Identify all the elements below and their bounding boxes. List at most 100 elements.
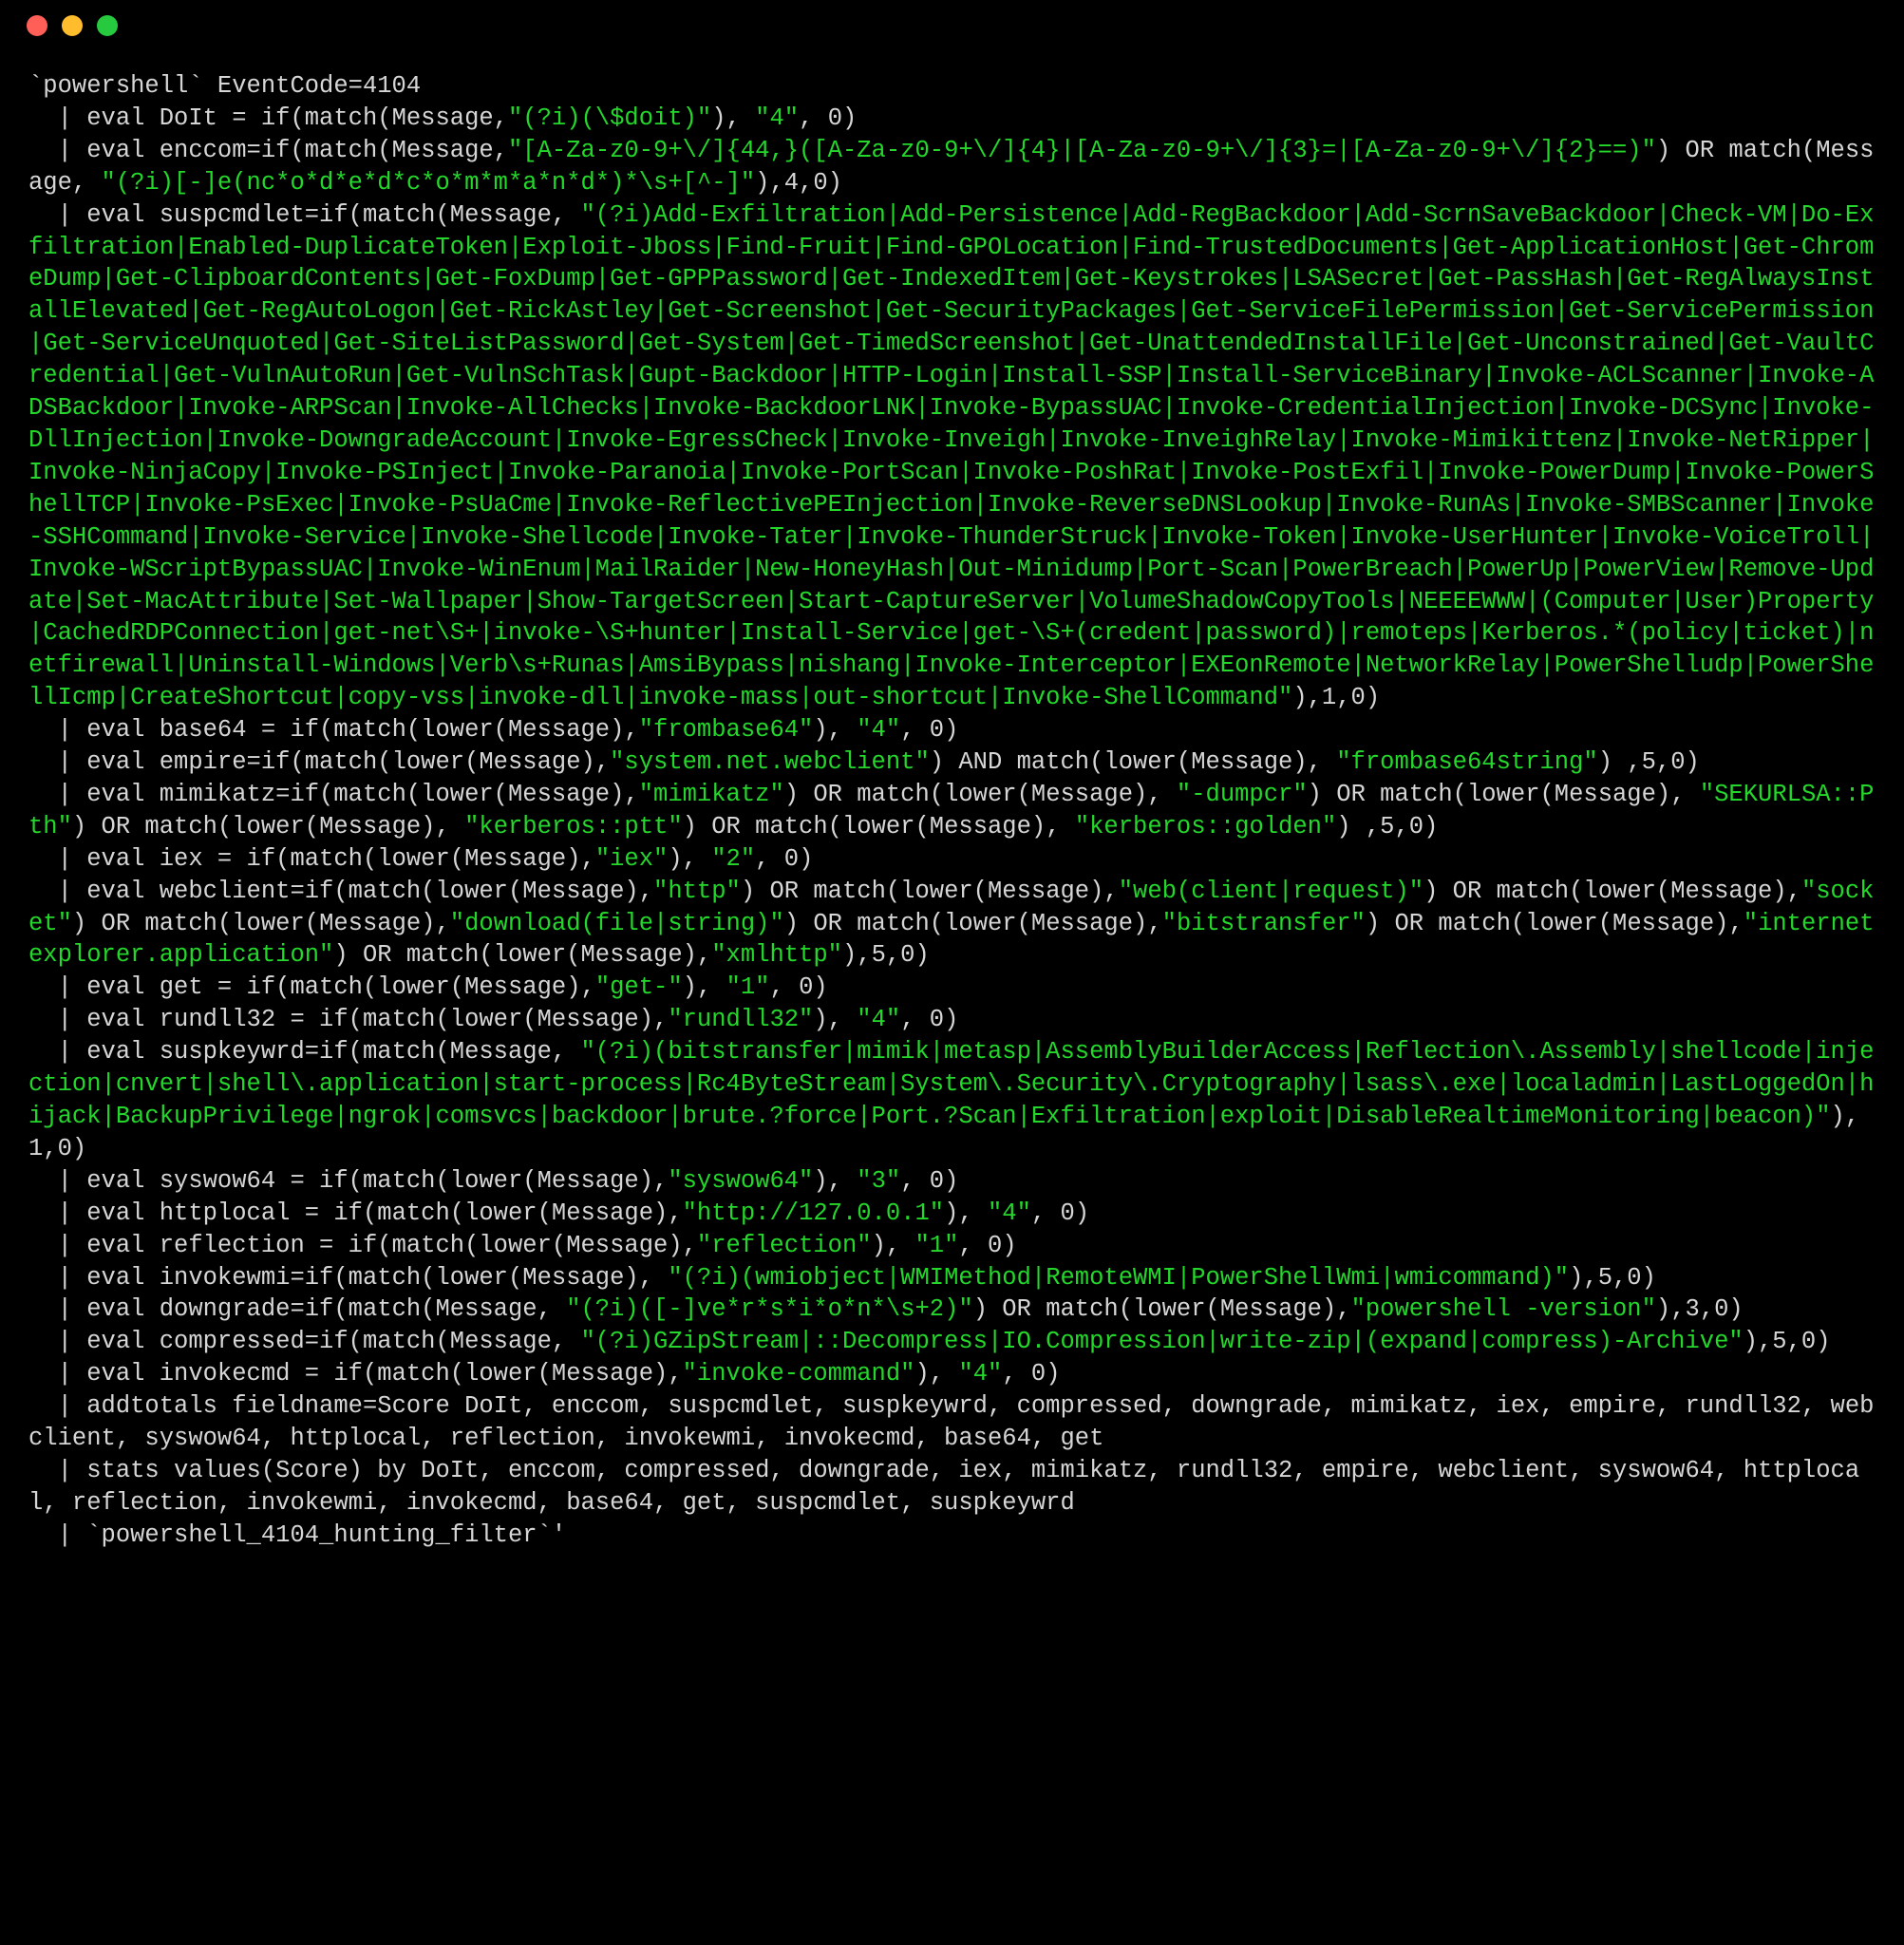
code-string: "http": [653, 878, 741, 905]
code-string: "(?i)(wmiobject|WMIMethod|RemoteWMI|Powe…: [668, 1264, 1569, 1292]
code-text: | eval rundll32 = if(match(lower(Message…: [28, 1006, 668, 1033]
code-string: "4": [988, 1199, 1031, 1227]
code-text: ) OR match(lower(Message),: [683, 813, 1075, 840]
code-text: , 0): [769, 973, 827, 1001]
code-string: "powershell -version": [1351, 1295, 1656, 1323]
code-text: ),5,0): [1569, 1264, 1656, 1292]
code-text: ) OR match(lower(Message),: [1423, 878, 1801, 905]
code-text: , 0): [1002, 1360, 1060, 1388]
code-string: "http://127.0.0.1": [683, 1199, 944, 1227]
code-text: , 0): [958, 1232, 1016, 1259]
code-text: ) OR match(lower(Message),: [1366, 910, 1744, 937]
code-text: ),: [914, 1360, 958, 1388]
code-string: "xmlhttp": [711, 941, 842, 969]
code-string: "web(client|request)": [1119, 878, 1423, 905]
code-text: | eval get = if(match(lower(Message),: [28, 973, 595, 1001]
code-text: | addtotals fieldname=Score DoIt, enccom…: [28, 1392, 1874, 1452]
code-text: | eval invokewmi=if(match(lower(Message)…: [28, 1264, 668, 1292]
code-content[interactable]: `powershell` EventCode=4104 | eval DoIt …: [0, 51, 1904, 1590]
code-text: | eval mimikatz=if(match(lower(Message),: [28, 781, 639, 808]
code-text: , 0): [900, 1006, 958, 1033]
code-text: ),: [683, 973, 726, 1001]
code-text: , 0): [900, 716, 958, 744]
terminal-window: `powershell` EventCode=4104 | eval DoIt …: [0, 0, 1904, 1590]
zoom-icon[interactable]: [97, 15, 118, 36]
code-string: "iex": [595, 845, 669, 873]
code-string: "1": [914, 1232, 958, 1259]
code-string: "(?i)[-]e(nc*o*d*e*d*c*o*m*m*a*n*d*)*\s+…: [102, 169, 756, 197]
window-titlebar: [0, 0, 1904, 51]
code-text: ) OR match(lower(Message),: [72, 910, 450, 937]
code-text: | eval downgrade=if(match(Message,: [28, 1295, 566, 1323]
minimize-icon[interactable]: [62, 15, 83, 36]
code-string: "invoke-command": [683, 1360, 915, 1388]
code-text: | stats values(Score) by DoIt, enccom, c…: [28, 1457, 1859, 1517]
code-text: ),: [711, 104, 755, 132]
code-text: ),5,0): [842, 941, 930, 969]
code-text: ),: [813, 1167, 857, 1195]
code-string: "(?i)([-]ve*r*s*i*o*n*\s+2)": [566, 1295, 972, 1323]
code-string: "(?i)Add-Exfiltration|Add-Persistence|Ad…: [28, 201, 1874, 712]
code-string: "download(file|string)": [450, 910, 784, 937]
code-string: "-dumpcr": [1177, 781, 1308, 808]
code-text: ),4,0): [755, 169, 842, 197]
code-text: | eval invokecmd = if(match(lower(Messag…: [28, 1360, 683, 1388]
code-text: ) OR match(lower(Message),: [973, 1295, 1351, 1323]
code-text: ),: [944, 1199, 988, 1227]
close-icon[interactable]: [27, 15, 47, 36]
code-text: ) OR match(lower(Message),: [1308, 781, 1700, 808]
code-text: ),5,0): [1744, 1328, 1831, 1355]
code-text: ),: [813, 1006, 857, 1033]
code-text: | eval syswow64 = if(match(lower(Message…: [28, 1167, 668, 1195]
code-text: | eval empire=if(match(lower(Message),: [28, 748, 610, 776]
code-string: "bitstransfer": [1162, 910, 1366, 937]
code-text: | eval webclient=if(match(lower(Message)…: [28, 878, 653, 905]
code-text: ),: [872, 1232, 915, 1259]
code-string: "4": [857, 716, 900, 744]
code-text: ),1,0): [1292, 684, 1380, 711]
code-text: ) OR match(lower(Message),: [72, 813, 464, 840]
code-text: ) ,5,0): [1598, 748, 1700, 776]
code-text: `powershell` EventCode=4104: [28, 72, 421, 100]
code-text: , 0): [799, 104, 857, 132]
code-text: | eval suspcmdlet=if(match(Message,: [28, 201, 581, 229]
code-string: "mimikatz": [639, 781, 784, 808]
code-text: | eval base64 = if(match(lower(Message),: [28, 716, 639, 744]
code-string: "(?i)(\$doit)": [508, 104, 711, 132]
code-text: , 0): [1031, 1199, 1089, 1227]
code-text: ) AND match(lower(Message),: [930, 748, 1336, 776]
code-string: "[A-Za-z0-9+\/]{44,}([A-Za-z0-9+\/]{4}|[…: [508, 137, 1656, 164]
code-string: "3": [857, 1167, 900, 1195]
code-text: | eval DoIt = if(match(Message,: [28, 104, 508, 132]
code-text: ),: [813, 716, 857, 744]
code-text: ),3,0): [1656, 1295, 1744, 1323]
code-text: | eval enccom=if(match(Message,: [28, 137, 508, 164]
code-text: , 0): [900, 1167, 958, 1195]
code-text: | eval suspkeywrd=if(match(Message,: [28, 1038, 581, 1066]
code-string: "syswow64": [668, 1167, 813, 1195]
code-text: ) ,5,0): [1336, 813, 1438, 840]
code-text: | eval reflection = if(match(lower(Messa…: [28, 1232, 697, 1259]
code-text: ) OR match(lower(Message),: [784, 910, 1162, 937]
code-string: "(?i)GZipStream|::Decompress|IO.Compress…: [581, 1328, 1744, 1355]
code-string: "kerberos::golden": [1075, 813, 1336, 840]
code-text: ) OR match(lower(Message),: [741, 878, 1119, 905]
code-string: "system.net.webclient": [610, 748, 930, 776]
code-string: "kerberos::ptt": [464, 813, 683, 840]
code-text: ) OR match(lower(Message),: [333, 941, 711, 969]
code-string: "4": [958, 1360, 1002, 1388]
code-string: "1": [726, 973, 770, 1001]
code-text: ) OR match(lower(Message),: [784, 781, 1177, 808]
code-text: ),: [668, 845, 711, 873]
code-text: | eval iex = if(match(lower(Message),: [28, 845, 595, 873]
code-string: "4": [857, 1006, 900, 1033]
code-text: | eval httplocal = if(match(lower(Messag…: [28, 1199, 683, 1227]
code-string: "frombase64string": [1336, 748, 1597, 776]
code-text: , 0): [755, 845, 813, 873]
code-string: "reflection": [697, 1232, 872, 1259]
code-string: "rundll32": [668, 1006, 813, 1033]
code-text: | `powershell_4104_hunting_filter`': [28, 1521, 566, 1549]
code-string: "2": [711, 845, 755, 873]
code-string: "frombase64": [639, 716, 814, 744]
code-string: "get-": [595, 973, 683, 1001]
